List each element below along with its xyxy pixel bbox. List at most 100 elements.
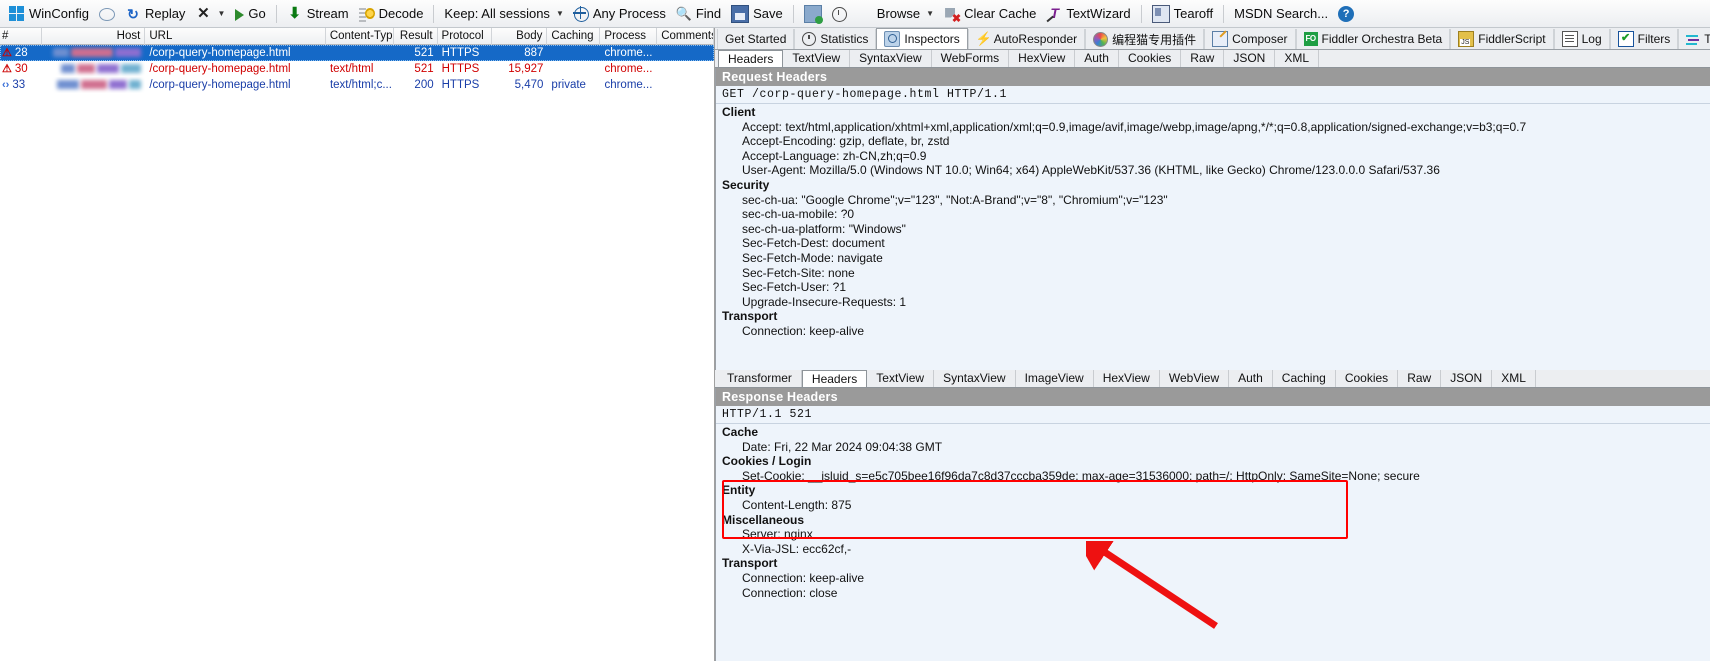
column-header-num[interactable]: # (0, 27, 42, 45)
request-subtab-cookies[interactable]: Cookies (1119, 50, 1182, 67)
response-subtab-caching[interactable]: Caching (1273, 370, 1336, 387)
fiddler-orchestra-icon: FO (1303, 32, 1318, 46)
table-row[interactable]: ⚠ 30/corp-query-homepage.html text/html 521… (0, 61, 714, 77)
toolbar-item-clear-cache[interactable]: Clear Cache (939, 2, 1041, 26)
toolbar-item-label: MSDN Search... (1234, 6, 1329, 21)
main-tab-strip[interactable]: Get Started Statistics Inspectors ⚡ AutoResp… (715, 28, 1710, 50)
chevron-down-icon[interactable]: ▼ (217, 9, 225, 18)
response-subtab-headers[interactable]: Headers (801, 370, 868, 387)
sessions-grid-body[interactable]: ⚠ 28/corp-query-homepage.html 521 HTTPS 887 c… (0, 45, 714, 93)
column-header-process[interactable]: Process (600, 27, 658, 45)
header-group-title: Entity (722, 483, 756, 498)
tab-get-started[interactable]: Get Started (717, 29, 795, 49)
request-subtab-textview[interactable]: TextView (783, 50, 851, 67)
toolbar-item-label: WinConfig (29, 6, 89, 21)
column-header-caching[interactable]: Caching (547, 27, 601, 45)
chevron-down-icon[interactable]: ▼ (926, 9, 934, 18)
response-subtab-webview[interactable]: WebView (1160, 370, 1230, 387)
tab-inspectors[interactable]: Inspectors (876, 28, 968, 49)
toolbar-item-go[interactable]: Go (230, 2, 270, 26)
response-subtab-xml[interactable]: XML (1492, 370, 1536, 387)
toolbar-item-label: Stream (306, 6, 349, 21)
tab-statistics[interactable]: Statistics (794, 29, 877, 49)
column-header-url[interactable]: URL (145, 27, 326, 45)
sessions-panel: # Host URL Content-Type Result Protocol Body Ca… (0, 27, 715, 661)
response-subtab-raw[interactable]: Raw (1398, 370, 1442, 387)
toolbar-item-keep-all-sessions[interactable]: Keep: All sessions ▼ (439, 2, 568, 26)
toolbar-item-comment-bubble-icon[interactable] (94, 2, 120, 26)
toolbar-item-save[interactable]: Save (726, 2, 788, 26)
toolbar-item-browse[interactable]: Browse ▼ (852, 2, 939, 26)
response-subtab-hexview[interactable]: HexView (1094, 370, 1160, 387)
toolbar-item-clipboard-copy-icon[interactable] (799, 2, 827, 26)
request-subtab-hexview[interactable]: HexView (1009, 50, 1076, 67)
tab-autoresponder[interactable]: ⚡ AutoResponder (967, 29, 1086, 49)
toolbar-item-label: Tearoff (1173, 6, 1214, 21)
toolbar-item-decode[interactable]: Decode (354, 2, 429, 26)
clock-icon (802, 32, 817, 46)
column-header-content_type[interactable]: Content-Type (326, 27, 394, 45)
response-subtab-cookies[interactable]: Cookies (1336, 370, 1399, 387)
header-line: X-Via-JSL: ecc62cf,- (742, 541, 852, 556)
response-subtab-auth[interactable]: Auth (1229, 370, 1273, 387)
toolbar-separator (433, 4, 435, 23)
toolbar-item-winconfig[interactable]: WinConfig (4, 2, 94, 26)
toolbar-item-msdn-search[interactable]: MSDN Search... (1229, 2, 1333, 26)
tearoff-icon (1151, 4, 1170, 23)
request-subtab-json[interactable]: JSON (1224, 50, 1276, 67)
filters-check-icon: ✔ (1617, 31, 1634, 47)
table-row[interactable]: ‹› 33/corp-query-homepage.html text/html;c… (0, 77, 714, 93)
cell-protocol: HTTPS (441, 47, 480, 59)
toolbar-item-label: Any Process (592, 6, 666, 21)
tab-filters[interactable]: ✔ Filters (1609, 29, 1679, 49)
toolbar-item-find[interactable]: 🔍 Find (671, 2, 726, 26)
redaction-blur (109, 80, 128, 90)
response-subtab-textview[interactable]: TextView (867, 370, 935, 387)
toolbar-item-help-icon[interactable]: ? (1333, 2, 1359, 26)
tab-fiddlerscript[interactable]: FiddlerScript (1450, 29, 1554, 49)
request-subtab-auth[interactable]: Auth (1075, 50, 1119, 67)
column-header-comments[interactable]: Comments (657, 27, 715, 45)
decode-icon (358, 5, 375, 22)
column-header-body[interactable]: Body (492, 27, 548, 45)
cell-result: 521 (414, 47, 434, 59)
column-header-protocol[interactable]: Protocol (438, 27, 493, 45)
table-row[interactable]: ⚠ 28/corp-query-homepage.html 521 HTTPS 887 c… (0, 45, 714, 61)
response-subtab-imageview[interactable]: ImageView (1016, 370, 1094, 387)
tab-composer[interactable]: Composer (1204, 29, 1296, 49)
toolbar-item-remove-x-icon[interactable]: ✕ ▼ (190, 2, 230, 26)
response-subtab-transformer[interactable]: Transformer (718, 370, 802, 387)
tab-[interactable]: 编程猫专用插件 (1085, 29, 1205, 49)
toolbar-item-label: Replay (144, 6, 186, 21)
redaction-blur (97, 64, 120, 74)
request-subtab-headers[interactable]: Headers (718, 50, 784, 67)
cell-content_type: text/html;c... (329, 79, 392, 91)
column-header-host[interactable]: Host (42, 27, 146, 45)
request-subtab-webforms[interactable]: WebForms (932, 50, 1010, 67)
toolbar-item-stream[interactable]: ⬇ Stream (282, 2, 354, 26)
request-subtab-strip[interactable]: Headers TextView SyntaxView WebForms HexView… (715, 50, 1710, 68)
request-subtab-xml[interactable]: XML (1275, 50, 1320, 67)
tab-log[interactable]: Log (1553, 29, 1610, 49)
toolbar-item-any-process[interactable]: Any Process (569, 2, 671, 26)
response-subtab-strip[interactable]: Transformer Headers TextView SyntaxView Imag… (715, 370, 1710, 388)
tab-tim[interactable]: Tim (1678, 29, 1710, 49)
response-subtab-json[interactable]: JSON (1441, 370, 1493, 387)
response-subtab-syntaxview[interactable]: SyntaxView (934, 370, 1016, 387)
header-line: Upgrade-Insecure-Requests: 1 (742, 294, 907, 309)
chevron-down-icon[interactable]: ▼ (556, 9, 564, 18)
request-subtab-syntaxview[interactable]: SyntaxView (850, 50, 932, 67)
header-line: Sec-Fetch-Mode: navigate (742, 250, 883, 265)
toolbar-item-label: TextWizard (1066, 6, 1131, 21)
toolbar-item-tearoff[interactable]: Tearoff (1147, 2, 1219, 26)
column-header-result[interactable]: Result (394, 27, 438, 45)
toolbar-item-replay[interactable]: ↻ Replay (120, 2, 190, 26)
toolbar-item-timer-clock-icon[interactable] (827, 2, 852, 26)
toolbar-item-textwizard[interactable]: TextWizard (1041, 2, 1135, 26)
help-icon: ? (1338, 5, 1355, 22)
request-subtab-raw[interactable]: Raw (1181, 50, 1225, 67)
cell-url: /corp-query-homepage.html (149, 79, 291, 91)
cell-url: /corp-query-homepage.html (149, 47, 291, 59)
tab-fiddler-orchestra-beta[interactable]: FO Fiddler Orchestra Beta (1295, 29, 1451, 49)
cell-body: 15,927 (508, 63, 544, 75)
